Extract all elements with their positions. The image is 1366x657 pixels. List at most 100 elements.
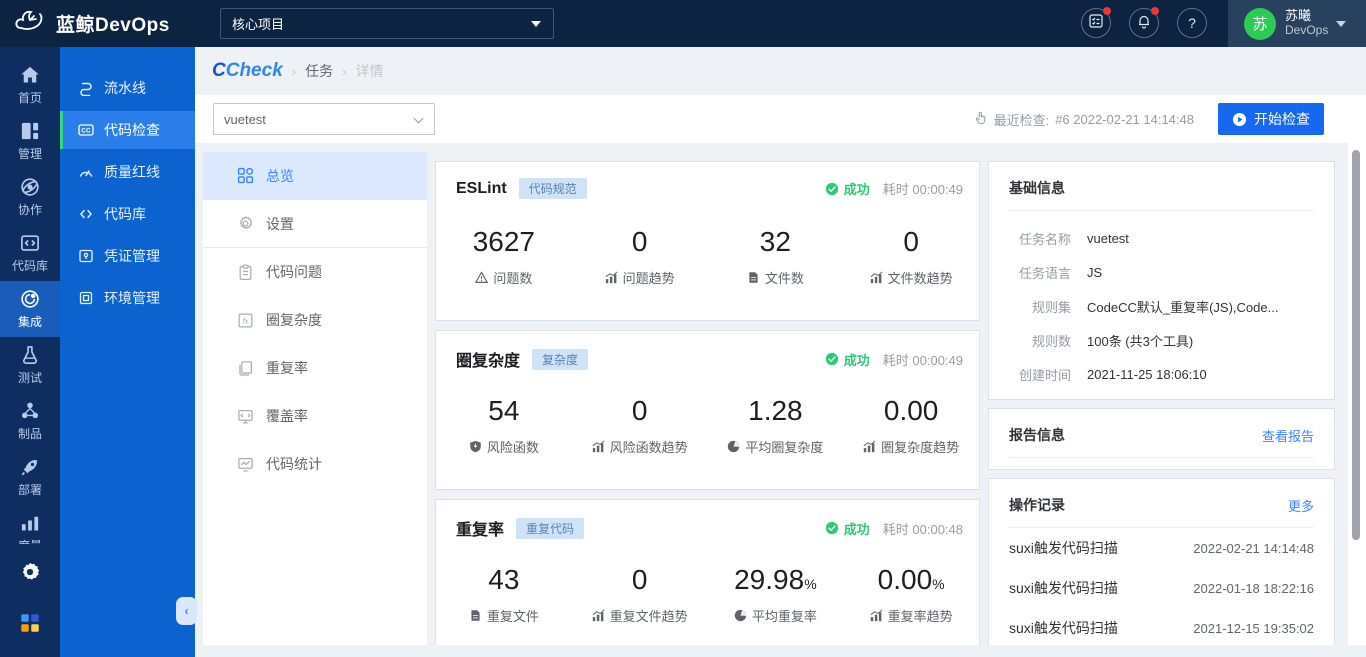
clipboard-icon (239, 264, 252, 280)
card-title: ESLint (456, 179, 507, 197)
sidebar-item-quality-gate[interactable]: 质量红线 (60, 153, 195, 191)
avatar: 苏 (1244, 7, 1276, 40)
sidebar-item-manage[interactable]: 管理 (0, 113, 60, 169)
last-check-info: 最近检查: #6 2022-02-21 14:14:48 (974, 95, 1194, 143)
stat-issue-trend: 0 问题趋势 (572, 224, 708, 287)
info-panel: 基础信息 任务名称 vuetest 任务语言 JS 规则集 CodeCC默认_重复率(… (988, 161, 1335, 645)
main-area: CCheck › 任务 › 详情 vuetest 最近检查: #6 2022-0… (195, 47, 1366, 657)
svg-text:CC: CC (81, 128, 91, 135)
scrollbar-track (1348, 143, 1366, 645)
card-tag: 重复代码 (516, 517, 585, 539)
menu-item-dup-rate[interactable]: 重复率 (203, 344, 427, 392)
help-icon: ? (1188, 15, 1196, 31)
sidebar-item-pipeline[interactable]: 流水线 (60, 69, 195, 107)
todo-list-button[interactable] (1081, 7, 1111, 38)
hand-click-icon (974, 111, 988, 128)
sidebar-item-artifact[interactable]: 制品 (0, 393, 60, 449)
ccheck-logo[interactable]: CCheck (212, 60, 283, 82)
card-title: 重复率 (456, 522, 505, 539)
secondary-sidebar: 流水线 CC 代码检查 质量红线 代码库 凭证管理 环境管理 (60, 47, 195, 657)
sidebar-item-label: 流水线 (104, 80, 146, 96)
check-circle-icon (825, 182, 838, 195)
scrollbar-thumb[interactable] (1352, 150, 1360, 540)
menu-item-settings[interactable]: 设置 (203, 200, 427, 248)
info-row: 规则数 100条 (共3个工具) (1031, 333, 1194, 349)
sidebar-collapse-button[interactable]: ‹ (176, 597, 197, 625)
menu-item-coverage[interactable]: 覆盖率 (203, 392, 427, 440)
menu-item-label: 总览 (266, 167, 294, 184)
sidebar-item-repo[interactable]: 代码库 (60, 195, 195, 233)
app-grid-button[interactable] (0, 613, 60, 633)
help-button[interactable]: ? (1177, 8, 1207, 38)
stat-dup-file-trend: 0 重复文件趋势 (572, 562, 708, 625)
sidebar-item-deploy[interactable]: 部署 (0, 449, 60, 505)
user-name: 苏曦 (1285, 8, 1312, 24)
trend-icon (592, 609, 605, 622)
todo-list-icon (1088, 13, 1104, 34)
report-info-card: 报告信息 查看报告 (988, 408, 1335, 470)
breadcrumb-separator: › (342, 63, 347, 79)
bell-icon (1136, 13, 1152, 34)
info-row: 规则集 CodeCC默认_重复率(JS),Code... (1031, 299, 1279, 315)
sidebar-item-code-repo[interactable]: 代码库 (0, 225, 60, 281)
menu-item-code-stats[interactable]: 代码统计 (203, 440, 427, 488)
trend-icon (870, 609, 883, 622)
bk-logo[interactable]: 蓝鲸DevOps (14, 0, 170, 47)
notification-dot (1103, 7, 1111, 15)
more-link[interactable]: 更多 (1288, 496, 1314, 515)
tool-cards: ESLint 代码规范 成功 耗时 00:00:49 3627 问题数 0 问题… (435, 161, 980, 645)
menu-item-label: 代码统计 (266, 456, 322, 472)
sidebar-item-environment[interactable]: 环境管理 (60, 279, 195, 317)
complexity-card: 圈复杂度 复杂度 成功 耗时 00:00:49 54 风险函数 0 风险函数趋势… (435, 330, 980, 490)
breadcrumb-item-tasks[interactable]: 任务 (305, 61, 333, 81)
sidebar-item-label: 质量红线 (104, 164, 160, 180)
pie-icon (734, 609, 747, 622)
stat-dup-rate-trend: 0.00% 重复率趋势 (843, 562, 979, 625)
eslint-card: ESLint 代码规范 成功 耗时 00:00:49 3627 问题数 0 问题… (435, 161, 980, 321)
last-check-label: 最近检查: (993, 112, 1050, 128)
task-select[interactable]: vuetest (213, 103, 435, 135)
settings-gear-button[interactable] (0, 551, 60, 593)
sidebar-item-home[interactable]: 首页 (0, 57, 60, 113)
notifications-button[interactable] (1129, 7, 1159, 38)
menu-item-complexity[interactable]: fx 圈复杂度 (203, 296, 427, 344)
stats-board-icon (238, 457, 253, 472)
stat-file-trend: 0 文件数趋势 (843, 224, 979, 287)
basic-info-card: 基础信息 任务名称 vuetest 任务语言 JS 规则集 CodeCC默认_重复率(… (988, 161, 1335, 400)
logo-cn: 蓝鲸 (56, 15, 96, 36)
chevron-down-icon (1336, 20, 1347, 27)
sidebar-item-codecheck[interactable]: CC 代码检查 (60, 111, 195, 149)
sidebar-item-label: 集成 (17, 314, 42, 329)
menu-item-label: 重复率 (266, 360, 308, 376)
sidebar-item-collab[interactable]: 协作 (0, 169, 60, 225)
sidebar-item-label: 代码检查 (104, 122, 160, 138)
project-select[interactable]: 核心项目 (220, 8, 554, 39)
stat-risk-fn-trend: 0 风险函数趋势 (572, 393, 708, 456)
start-check-button[interactable]: 开始检查 (1218, 103, 1324, 135)
menu-item-label: 代码问题 (266, 264, 322, 280)
menu-item-code-issues[interactable]: 代码问题 (203, 248, 427, 296)
view-report-link[interactable]: 查看报告 (1262, 426, 1314, 445)
menu-item-overview[interactable]: 总览 (203, 152, 427, 200)
task-toolbar: vuetest 最近检查: #6 2022-02-21 14:14:48 开始检… (195, 95, 1366, 143)
sidebar-item-label: 度量 (18, 537, 42, 544)
user-menu[interactable]: 苏 苏曦 DevOps (1228, 0, 1366, 47)
project-select-value: 核心项目 (232, 17, 285, 32)
sidebar-item-test[interactable]: 测试 (0, 337, 60, 393)
shield-icon (470, 440, 481, 453)
sidebar-item-metrics[interactable]: 度量 (0, 505, 60, 551)
info-row: 任务名称 vuetest (1018, 230, 1129, 247)
pie-icon (728, 440, 740, 453)
check-circle-icon (825, 521, 838, 535)
sidebar-item-integration[interactable]: 集成 (0, 281, 60, 337)
sidebar-item-credentials[interactable]: 凭证管理 (60, 237, 195, 275)
play-icon (1232, 112, 1247, 127)
record-row: suxi触发代码扫描 2022-02-21 14:14:48 (1009, 540, 1314, 556)
sidebar-item-label: 管理 (17, 146, 42, 161)
card-title: 操作记录 (1009, 497, 1065, 513)
record-row: suxi触发代码扫描 2022-01-18 18:22:16 (1009, 580, 1314, 596)
card-tag: 复杂度 (532, 348, 589, 370)
app-root: 蓝鲸DevOps 核心项目 ? 苏 苏曦 DevOps 首页 管理 协作 代码库… (0, 0, 1366, 657)
stat-issues: 3627 问题数 (472, 226, 536, 286)
chevron-down-icon (413, 113, 424, 124)
